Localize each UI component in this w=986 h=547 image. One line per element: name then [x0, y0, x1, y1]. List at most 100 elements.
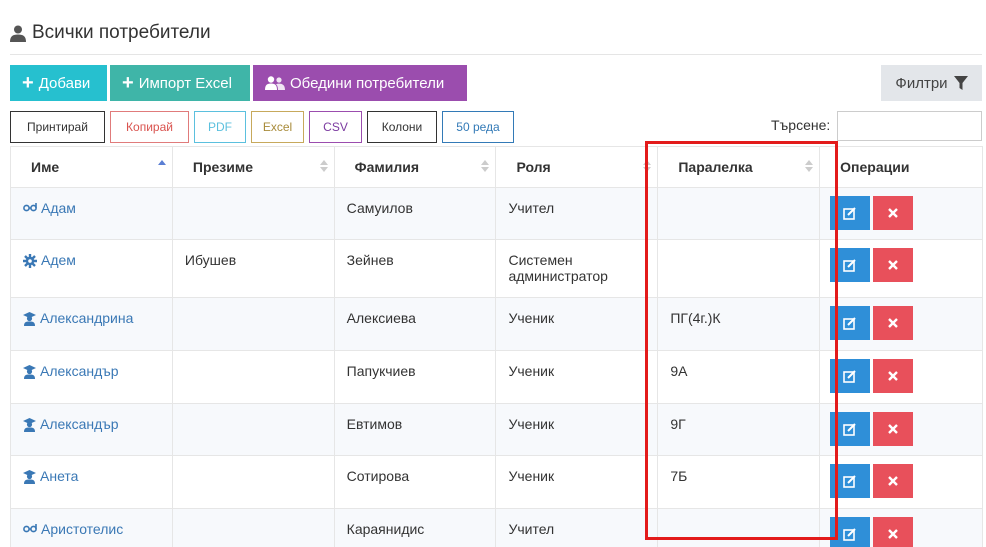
table-row: Анета Сотирова Ученик 7Б [10, 455, 983, 509]
edit-icon [843, 370, 856, 383]
edit-button[interactable] [830, 248, 871, 282]
role-cell: Учител [495, 508, 659, 547]
last-name-cell: Караянидис [333, 508, 497, 547]
name-cell[interactable]: Анета [10, 455, 173, 509]
operations-cell [819, 239, 983, 298]
table-row: Александър Евтимов Ученик 9Г [10, 403, 983, 456]
gear-icon [23, 254, 37, 268]
edit-button[interactable] [830, 464, 871, 498]
plus-icon: + [22, 72, 34, 94]
last-name-cell: Самуилов [333, 187, 497, 240]
last-name-cell: Зейнев [333, 239, 497, 298]
sort-icon [319, 160, 328, 172]
name-cell[interactable]: Адам [10, 187, 173, 240]
export-buttons: Принтирай Копирай PDF Excel CSV Колони 5… [10, 111, 514, 143]
header-class[interactable]: Паралелка [657, 146, 821, 188]
middle-name-cell [171, 187, 335, 240]
edit-button[interactable] [830, 306, 871, 340]
import-excel-button[interactable]: + Импорт Excel [110, 65, 250, 101]
student-icon [23, 470, 36, 484]
close-icon [888, 318, 899, 328]
last-name-cell: Алексиева [333, 297, 497, 351]
pdf-button[interactable]: PDF [194, 111, 246, 143]
columns-button[interactable]: Колони [367, 111, 437, 143]
print-button[interactable]: Принтирай [10, 111, 105, 143]
merge-users-label: Обедини потребители [290, 74, 445, 92]
add-button-label: Добави [38, 74, 91, 92]
teacher-icon [23, 524, 37, 533]
operations-cell [819, 350, 983, 404]
excel-button[interactable]: Excel [251, 111, 304, 143]
operations-cell [819, 455, 983, 509]
filter-icon [953, 75, 968, 90]
last-name-cell: Евтимов [333, 403, 497, 456]
middle-name-cell [171, 350, 335, 404]
edit-icon [843, 423, 856, 436]
close-icon [888, 371, 899, 381]
close-icon [888, 424, 899, 434]
header-middle-name[interactable]: Презиме [171, 146, 335, 188]
class-cell: 7Б [657, 455, 821, 509]
class-cell [657, 239, 821, 298]
table-row: Адем Ибушев Зейнев Системен администрато… [10, 239, 983, 298]
class-cell: 9А [657, 350, 821, 404]
operations-cell [819, 187, 983, 240]
delete-button[interactable] [873, 464, 914, 498]
merge-users-button[interactable]: Обедини потребители [253, 65, 467, 101]
header-name[interactable]: Име [10, 146, 173, 188]
name-cell[interactable]: Адем [10, 239, 173, 298]
close-icon [888, 208, 899, 218]
student-icon [23, 365, 36, 379]
middle-name-cell [171, 297, 335, 351]
class-cell [657, 508, 821, 547]
edit-icon [843, 207, 856, 220]
operations-cell [819, 508, 983, 547]
filter-button[interactable]: Филтри [881, 65, 982, 101]
delete-button[interactable] [873, 359, 914, 393]
edit-icon [843, 317, 856, 330]
role-cell: Учител [495, 187, 659, 240]
delete-button[interactable] [873, 248, 914, 282]
delete-button[interactable] [873, 306, 914, 340]
middle-name-cell [171, 455, 335, 509]
edit-icon [843, 259, 856, 272]
role-cell: Ученик [495, 350, 659, 404]
close-icon [888, 260, 899, 270]
add-button[interactable]: + Добави [10, 65, 107, 101]
search-input[interactable] [837, 111, 982, 141]
delete-button[interactable] [873, 517, 914, 547]
sort-icon [643, 160, 652, 172]
teacher-icon [23, 203, 37, 212]
name-cell[interactable]: Аристотелис [10, 508, 173, 547]
users-icon [265, 76, 285, 90]
users-table: Име Презиме Фамилия Роля Паралелка Опера… [10, 146, 983, 547]
class-cell: 9Г [657, 403, 821, 456]
student-icon [23, 312, 36, 326]
sort-icon [805, 160, 814, 172]
delete-button[interactable] [873, 412, 914, 446]
last-name-cell: Сотирова [333, 455, 497, 509]
table-row: Александър Папукчиев Ученик 9А [10, 350, 983, 404]
page-title-text: Всички потребители [32, 22, 211, 43]
middle-name-cell [171, 508, 335, 547]
role-cell: Ученик [495, 403, 659, 456]
sort-icon [157, 160, 166, 165]
name-cell[interactable]: Александър [10, 403, 173, 456]
role-cell: Ученик [495, 297, 659, 351]
title-divider [10, 54, 982, 55]
header-operations: Операции [819, 146, 983, 188]
name-cell[interactable]: Александър [10, 350, 173, 404]
edit-button[interactable] [830, 517, 871, 547]
name-cell[interactable]: Александрина [10, 297, 173, 351]
csv-button[interactable]: CSV [309, 111, 362, 143]
edit-button[interactable] [830, 359, 871, 393]
role-cell: Ученик [495, 455, 659, 509]
copy-button[interactable]: Копирай [110, 111, 189, 143]
header-role[interactable]: Роля [495, 146, 659, 188]
table-row: Александрина Алексиева Ученик ПГ(4г.)К [10, 297, 983, 351]
edit-button[interactable] [830, 196, 871, 230]
header-last-name[interactable]: Фамилия [333, 146, 497, 188]
rows-per-page-button[interactable]: 50 реда [442, 111, 514, 143]
edit-button[interactable] [830, 412, 871, 446]
delete-button[interactable] [873, 196, 914, 230]
